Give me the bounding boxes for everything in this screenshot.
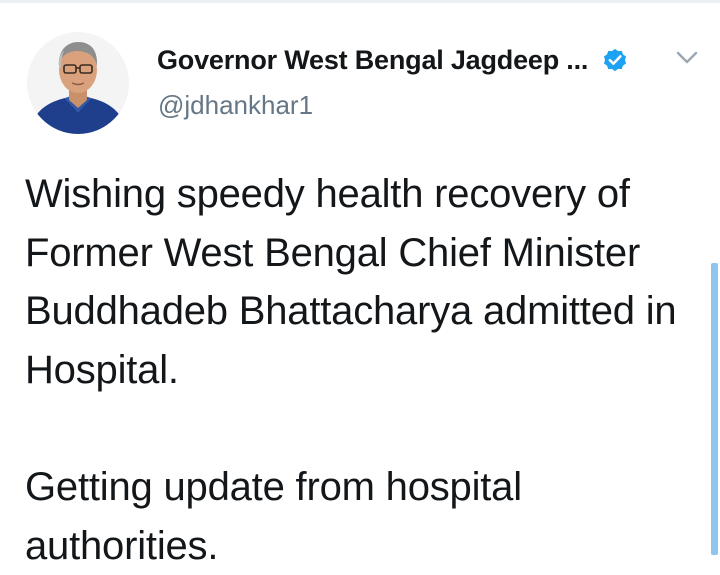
tweet-paragraph: Wishing speedy health recovery of Former… — [25, 172, 677, 392]
tweet-paragraph: Getting update from hospital authorities… — [25, 464, 522, 568]
author-name-row: Governor West Bengal Jagdeep ... — [157, 40, 629, 80]
author-display-name[interactable]: Governor West Bengal Jagdeep ... — [157, 45, 588, 76]
avatar-portrait-icon — [27, 32, 129, 134]
verified-badge-icon — [601, 46, 629, 74]
author-avatar[interactable] — [27, 32, 129, 134]
tweet-card: Governor West Bengal Jagdeep ... @jdhank… — [0, 0, 720, 568]
scrollbar-thumb[interactable] — [711, 263, 718, 555]
tweet-header: Governor West Bengal Jagdeep ... @jdhank… — [157, 40, 717, 130]
author-handle[interactable]: @jdhankhar1 — [158, 90, 313, 121]
chevron-down-icon[interactable] — [676, 50, 698, 66]
tweet-body: Wishing speedy health recovery of Former… — [25, 165, 705, 575]
